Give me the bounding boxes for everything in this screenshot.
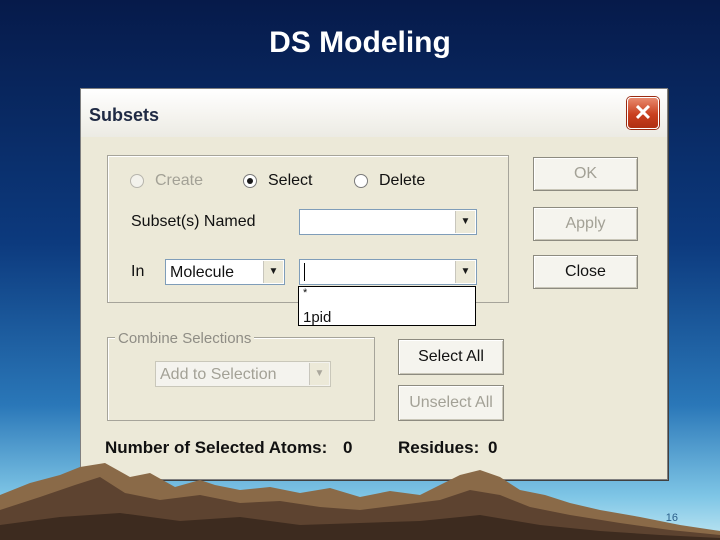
close-icon: ✕ [633, 100, 653, 125]
close-window-button[interactable]: ✕ [627, 97, 659, 129]
chevron-down-icon[interactable]: ▼ [309, 363, 329, 385]
dropdown-option[interactable]: * [303, 287, 307, 299]
in-type-value: Molecule [170, 264, 235, 281]
in-label: In [131, 263, 145, 280]
in-type-select[interactable]: Molecule ▼ [165, 259, 285, 285]
apply-button-label: Apply [565, 215, 606, 232]
close-button[interactable]: Close [533, 255, 638, 289]
combine-mode-select[interactable]: Add to Selection ▼ [155, 361, 331, 387]
select-all-label: Select All [418, 348, 484, 365]
delete-radio-label: Delete [379, 172, 426, 189]
subset-named-label: Subset(s) Named [131, 213, 256, 230]
select-radio-label: Select [268, 172, 313, 189]
subsets-dialog: Subsets ✕ Create Select Delete Subset(s)… [80, 88, 668, 480]
delete-radio[interactable] [354, 174, 368, 188]
create-radio[interactable] [130, 174, 144, 188]
text-caret [304, 263, 305, 281]
combine-mode-value: Add to Selection [160, 366, 277, 383]
select-all-button[interactable]: Select All [398, 339, 504, 375]
combine-selections-label: Combine Selections [115, 330, 255, 347]
select-radio[interactable] [243, 174, 257, 188]
apply-button[interactable]: Apply [533, 207, 638, 241]
ok-button-label: OK [573, 165, 598, 182]
subset-named-select[interactable]: ▼ [299, 209, 477, 235]
chevron-down-icon[interactable]: ▼ [455, 261, 475, 283]
unselect-all-button[interactable]: Unselect All [398, 385, 504, 421]
create-radio-label: Create [155, 172, 204, 189]
unselect-all-label: Unselect All [409, 394, 493, 411]
mountain-illustration [0, 463, 720, 540]
dialog-title: Subsets [89, 105, 160, 125]
dialog-titlebar[interactable]: Subsets ✕ [81, 89, 667, 137]
ok-button[interactable]: OK [533, 157, 638, 191]
close-button-label: Close [565, 263, 606, 280]
slide-title: DS Modeling [269, 26, 451, 59]
page-number: 16 [665, 512, 678, 524]
dropdown-option[interactable]: 1pid [303, 309, 331, 326]
chevron-down-icon[interactable]: ▼ [263, 261, 283, 283]
chevron-down-icon[interactable]: ▼ [455, 211, 475, 233]
in-target-dropdown-list: * 1pid [298, 286, 476, 326]
radio-selected-dot [247, 178, 253, 184]
in-target-select[interactable]: ▼ [299, 259, 477, 285]
